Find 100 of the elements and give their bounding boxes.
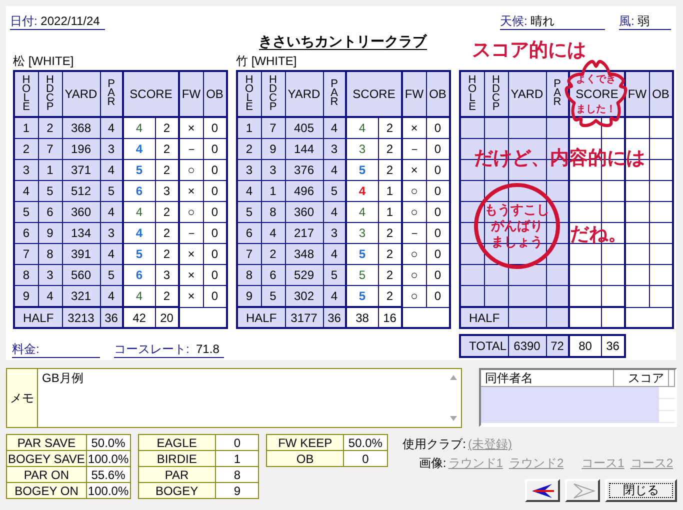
yardage-cell: 3177 (285, 307, 323, 328)
par-cell: 36 (323, 307, 346, 328)
handicap-cell: 3 (38, 264, 62, 286)
column-header: PAR (552, 80, 562, 107)
fairway-cell: ○ (402, 180, 426, 202)
ob-cell: 0 (203, 222, 227, 244)
ob-cell: 0 (203, 264, 227, 286)
score-cell: 4 (346, 117, 378, 138)
column-header: HOLE (20, 76, 32, 112)
yardage-cell: 348 (285, 244, 323, 264)
fairway-cell: × (402, 117, 426, 138)
yardage-cell: 360 (285, 202, 323, 222)
hole-number: 3 (237, 160, 261, 180)
yardage-cell: 376 (285, 160, 323, 180)
column-header: OB (206, 87, 224, 101)
stat-label: PAR ON (6, 466, 86, 482)
hole-number: 3 (14, 160, 38, 180)
par-cell: 72 (546, 335, 570, 357)
score-cell: 4 (123, 222, 155, 244)
hole-number: 9 (14, 286, 38, 307)
stat-label: BOGEY (138, 482, 216, 498)
fairway-cell: － (402, 222, 426, 244)
stat-value: 1 (216, 450, 259, 466)
score-cell: 4 (123, 286, 155, 307)
column-header: FW (628, 87, 647, 101)
column-header: SCORE (130, 87, 172, 101)
score-cell: 5 (346, 244, 378, 264)
ob-cell: 0 (203, 286, 227, 307)
hole-number: 2 (14, 138, 38, 160)
fairway-cell: ○ (402, 286, 426, 307)
fairway-cell: ○ (179, 202, 203, 222)
stat-value: 50.0% (86, 434, 130, 450)
ob-cell: 0 (203, 138, 227, 160)
score-cell: 80 (569, 335, 602, 357)
ob-cell: 0 (426, 286, 450, 307)
handicap-cell: 1 (38, 160, 62, 180)
total-label: TOTAL (460, 335, 508, 357)
weather-field: 天候: 晴れ (500, 14, 605, 30)
stat-value: 0 (343, 450, 388, 466)
stat-label: BIRDIE (138, 450, 216, 466)
column-header: YARD (64, 87, 98, 101)
yardage-cell: 3213 (62, 307, 100, 328)
hole-number: 8 (14, 264, 38, 286)
course-title: きさいちカントリークラブ (258, 33, 426, 50)
stat-label: BOGEY ON (6, 482, 86, 498)
close-button[interactable]: 閉じる (605, 479, 677, 502)
column-header: HDCP (491, 76, 501, 112)
score-cell: 5 (346, 286, 378, 307)
score-cell: 6 (123, 180, 155, 202)
column-header: HDCP (268, 76, 278, 112)
date-field: 日付: 2022/11/24 (10, 14, 105, 30)
score-cell: 4 (123, 117, 155, 138)
column-header: SCORE (352, 87, 396, 101)
previous-button[interactable] (525, 479, 560, 502)
handicap-cell: 9 (38, 222, 62, 244)
stat-label: OB (266, 450, 344, 466)
yardage-cell: 560 (62, 264, 100, 286)
companion-list[interactable]: 同伴者名 スコア (479, 368, 677, 427)
handwritten-note: スコア的には (472, 40, 586, 62)
ob-cell: 0 (203, 117, 227, 138)
fairway-cell: × (179, 117, 203, 138)
hole-number: 1 (14, 117, 38, 138)
score-cell: 3 (346, 138, 378, 160)
column-header: YARD (510, 87, 544, 101)
score-cell: 4 (123, 138, 155, 160)
memo-field[interactable]: GB月例 (38, 369, 445, 427)
fee-field: 料金: (12, 342, 100, 358)
handicap-cell: 7 (261, 117, 285, 138)
stat-value: 8 (216, 466, 259, 482)
fairway-cell: × (179, 286, 203, 307)
yardage-cell: 217 (285, 222, 323, 244)
hole-number: 2 (237, 138, 261, 160)
hole-number: 6 (14, 222, 38, 244)
column-header: PAR (329, 80, 340, 107)
column-header: OB (429, 87, 446, 101)
fairway-cell: － (402, 138, 426, 160)
column-header: SCORE (576, 87, 618, 101)
column-header: YARD (288, 87, 320, 101)
half-label: HALF (237, 307, 285, 328)
wind-field: 風: 弱 (619, 14, 671, 30)
hole-number: 4 (14, 180, 38, 202)
yardage-cell: 512 (62, 180, 100, 202)
column-header: FW (182, 87, 201, 101)
fairway-cell: × (402, 160, 426, 180)
handicap-cell: 5 (38, 180, 62, 202)
column-header: FW (404, 87, 424, 101)
score-cell: 5 (346, 264, 378, 286)
handicap-cell: 1 (261, 180, 285, 202)
yardage-cell: 368 (62, 117, 100, 138)
hole-number: 1 (237, 117, 261, 138)
ob-cell: 0 (203, 244, 227, 264)
image-label: 画像: (418, 455, 446, 472)
ob-cell: 0 (203, 180, 227, 202)
fairway-cell: ○ (402, 202, 426, 222)
course-rate-field: コースレート: 71.8 (114, 342, 224, 358)
ob-cell: 0 (426, 117, 450, 138)
half-label: HALF (14, 307, 62, 328)
column-header: OB (652, 87, 670, 101)
handicap-cell: 8 (261, 202, 285, 222)
handicap-cell: 6 (261, 264, 285, 286)
